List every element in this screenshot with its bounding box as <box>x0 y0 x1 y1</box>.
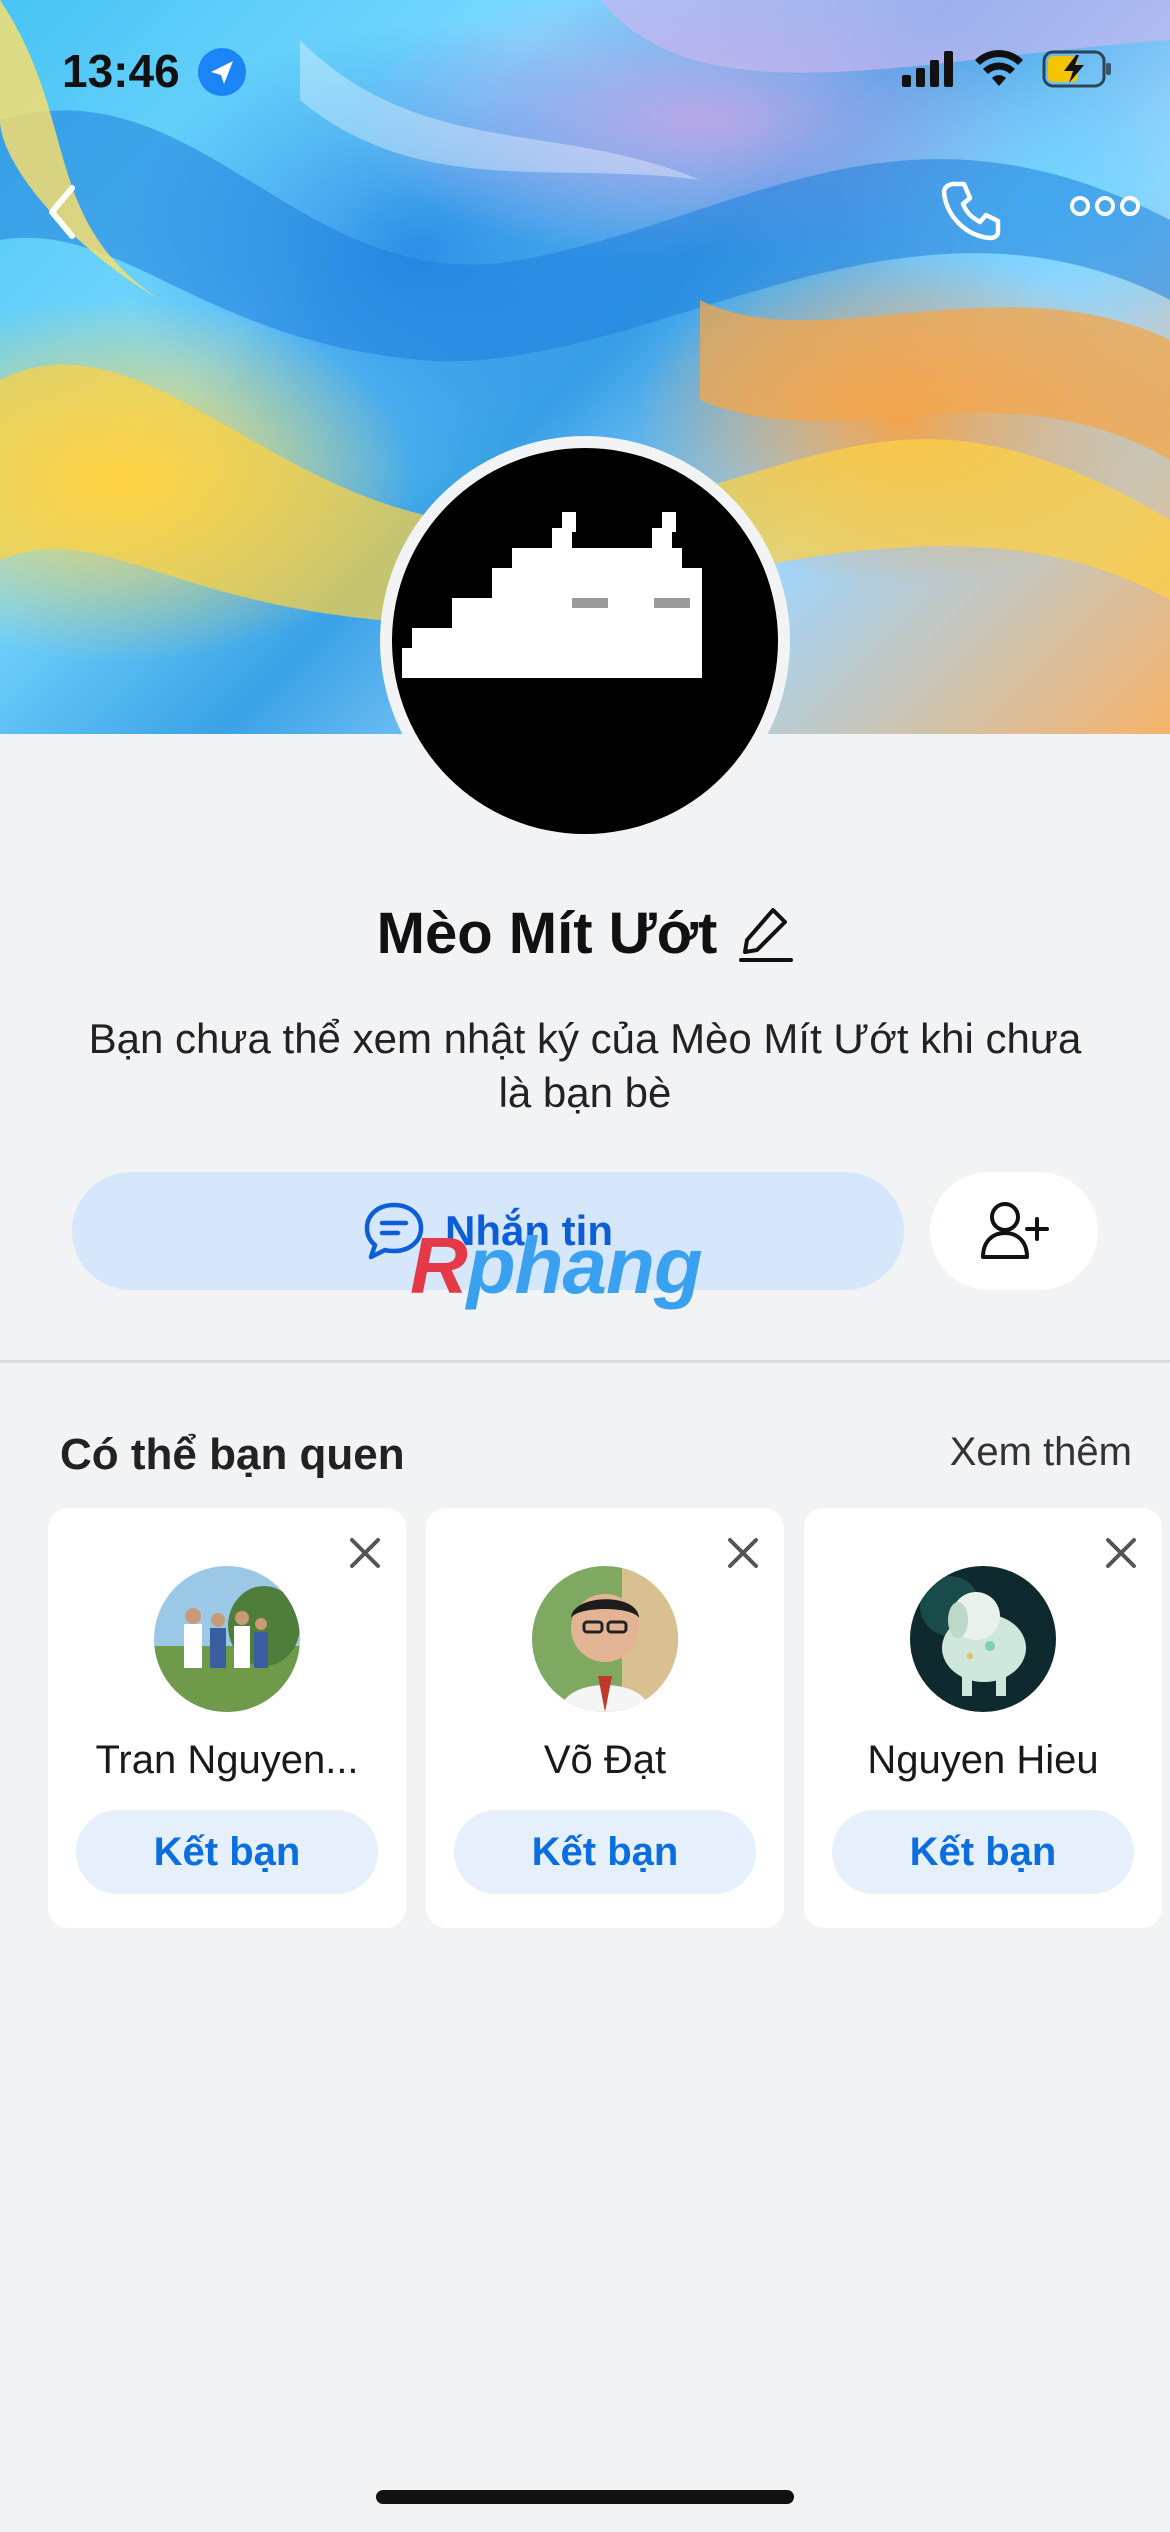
phone-icon[interactable] <box>940 178 1004 242</box>
cellular-signal-icon <box>902 51 953 87</box>
suggestion-avatar[interactable] <box>910 1566 1056 1712</box>
add-friend-icon <box>981 1202 1049 1259</box>
watermark-logo: Rphang <box>410 1221 703 1310</box>
dismiss-close-icon[interactable] <box>348 1536 382 1570</box>
profile-name: Mèo Mít Ướt <box>376 901 718 966</box>
back-chevron-icon[interactable] <box>44 182 80 242</box>
suggestion-name: Nguyen Hieu <box>867 1738 1099 1782</box>
suggestions-title: Có thể bạn quen <box>60 1430 405 1479</box>
add-friend-suggestion-button[interactable]: Kết bạn <box>76 1810 378 1894</box>
battery-charging-icon <box>1042 50 1111 88</box>
more-options-icon[interactable] <box>1070 194 1140 218</box>
section-divider <box>0 1360 1170 1363</box>
status-time: 13:46 <box>62 45 180 97</box>
suggestion-card[interactable]: Võ Đạt Kết bạn <box>426 1508 784 1928</box>
add-friend-suggestion-button[interactable]: Kết bạn <box>832 1810 1134 1894</box>
dismiss-close-icon[interactable] <box>726 1536 760 1570</box>
suggestion-name: Võ Đạt <box>543 1738 667 1782</box>
profile-avatar[interactable] <box>392 448 778 834</box>
add-friend-suggestion-button[interactable]: Kết bạn <box>454 1810 756 1894</box>
suggestion-card[interactable]: Tran Nguyen... Kết bạn <box>48 1508 406 1928</box>
pixel-cat-avatar-image <box>402 512 702 678</box>
home-indicator[interactable] <box>376 2490 794 2504</box>
dismiss-close-icon[interactable] <box>1104 1536 1138 1570</box>
profile-name-row: Mèo Mít Ướt <box>0 900 1170 967</box>
wifi-icon <box>975 50 1023 86</box>
suggestion-avatar[interactable] <box>154 1566 300 1712</box>
suggestion-avatar[interactable] <box>532 1566 678 1712</box>
see-more-link[interactable]: Xem thêm <box>950 1430 1132 1475</box>
status-indicators <box>902 50 1114 88</box>
add-friend-button[interactable] <box>930 1172 1098 1290</box>
location-arrow-icon <box>198 48 246 96</box>
suggestion-card[interactable]: Nguyen Hieu Kết bạn <box>804 1508 1162 1928</box>
suggestion-name: Tran Nguyen... <box>95 1738 359 1782</box>
edit-pencil-icon[interactable] <box>739 904 794 964</box>
privacy-notice: Bạn chưa thể xem nhật ký của Mèo Mít Ướt… <box>88 1015 1082 1116</box>
